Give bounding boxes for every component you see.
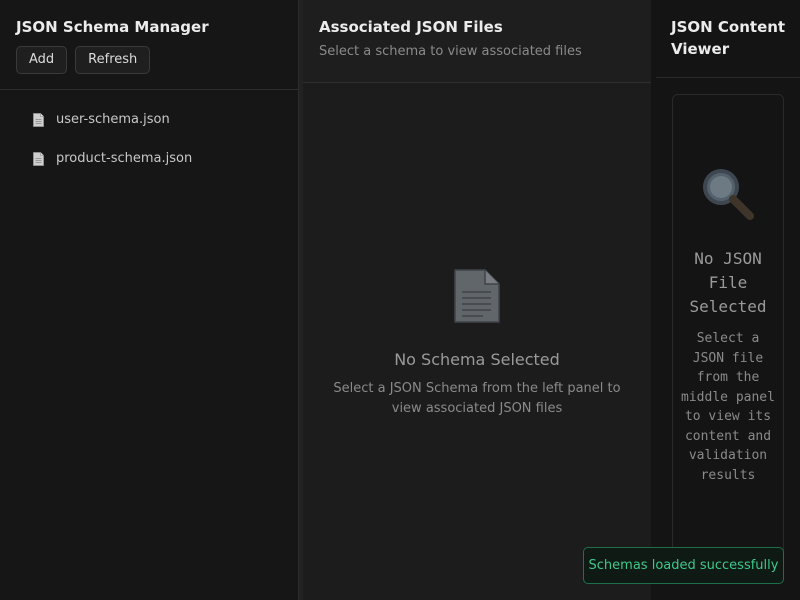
schema-item-product[interactable]: product-schema.json	[0, 139, 298, 178]
schema-item-label: user-schema.json	[56, 112, 170, 127]
json-viewer-panel: JSON Content Viewer No JSON File Selecte…	[656, 0, 800, 600]
refresh-button[interactable]: Refresh	[75, 46, 151, 74]
associated-files-header: Associated JSON Files Select a schema to…	[303, 0, 651, 83]
empty-state-title: No Schema Selected	[394, 350, 560, 369]
schema-toolbar: Add Refresh	[16, 46, 282, 74]
schema-item-user[interactable]: user-schema.json	[0, 100, 298, 139]
magnifier-icon	[700, 167, 756, 225]
app-window: JSON Schema Manager Add Refresh user-sch	[0, 0, 800, 600]
json-viewer-title: JSON Content Viewer	[671, 18, 786, 58]
success-toast: Schemas loaded successfully	[583, 547, 784, 584]
schema-panel: JSON Schema Manager Add Refresh user-sch	[0, 0, 298, 600]
associated-files-title: Associated JSON Files	[319, 18, 503, 36]
associated-files-subtitle: Select a schema to view associated files	[319, 44, 582, 59]
json-viewer-header: JSON Content Viewer	[656, 0, 800, 78]
no-schema-empty-state: No Schema Selected Select a JSON Schema …	[303, 268, 651, 419]
document-icon	[33, 151, 44, 166]
schema-panel-title: JSON Schema Manager	[16, 18, 209, 36]
schema-list: user-schema.json product-schema.json	[0, 90, 298, 178]
viewer-empty-description: Select a JSON file from the middle panel…	[681, 331, 775, 483]
document-icon	[453, 268, 501, 328]
document-icon	[33, 112, 44, 127]
empty-state-description: Select a JSON Schema from the left panel…	[333, 381, 621, 416]
schema-item-label: product-schema.json	[56, 151, 193, 166]
add-button[interactable]: Add	[16, 46, 68, 74]
no-file-empty-state: No JSON File Selected Select a JSON file…	[672, 94, 784, 574]
schema-panel-header: JSON Schema Manager Add Refresh	[0, 0, 298, 90]
associated-files-panel: Associated JSON Files Select a schema to…	[303, 0, 651, 600]
viewer-empty-title: No JSON File Selected	[689, 249, 767, 316]
